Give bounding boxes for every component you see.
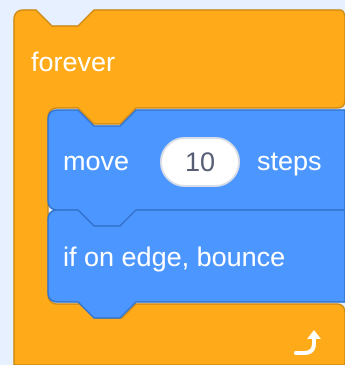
bounce-label: if on edge, bounce <box>63 242 286 272</box>
move-label: move <box>63 146 130 176</box>
steps-value: 10 <box>184 146 216 177</box>
forever-label: forever <box>31 47 116 77</box>
steps-input[interactable]: 10 <box>160 137 240 187</box>
loop-arrow-icon <box>294 330 321 355</box>
steps-label: steps <box>257 146 322 176</box>
